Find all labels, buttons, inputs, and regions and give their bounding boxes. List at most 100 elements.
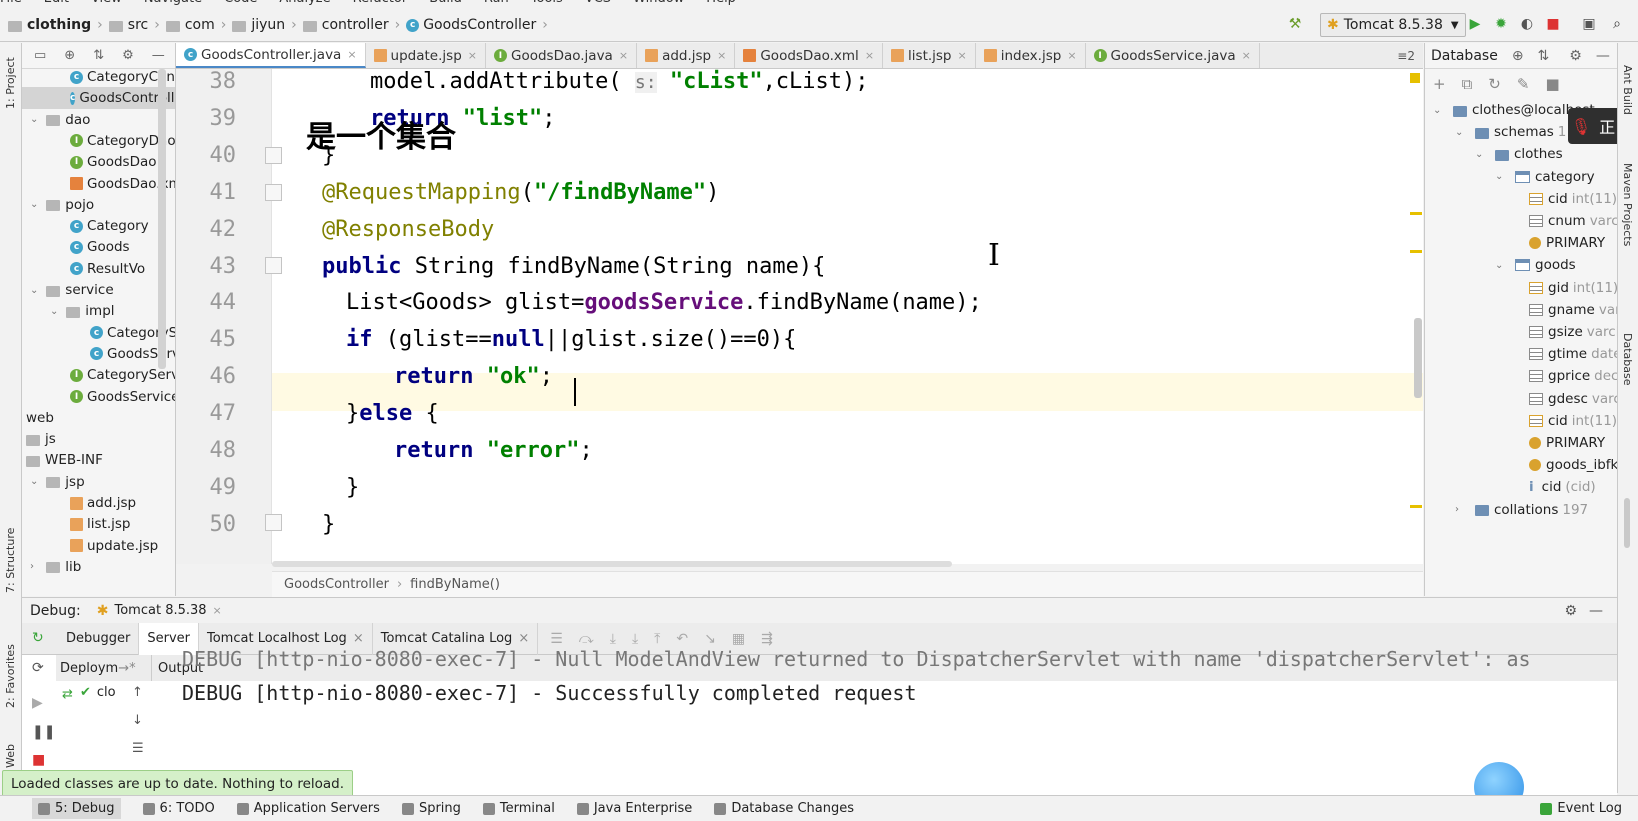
code-line[interactable]: @RequestMapping("/findByName") <box>322 180 719 205</box>
project-scrollbar[interactable] <box>158 69 166 369</box>
resume-icon[interactable]: ▶ <box>32 695 43 711</box>
editor-tab[interactable]: I GoodsService.java × <box>1086 43 1260 68</box>
debug-config-tab[interactable]: Tomcat 8.5.38 <box>115 603 207 618</box>
expand-arrow-icon[interactable]: › <box>30 561 42 572</box>
project-tree-item[interactable]: c Goods <box>70 236 130 258</box>
code-line[interactable]: return "ok"; <box>394 364 553 389</box>
breadcrumb-item[interactable]: c GoodsController <box>406 17 536 33</box>
expand-arrow-icon[interactable]: ⌄ <box>30 114 42 125</box>
close-icon[interactable]: × <box>619 49 628 62</box>
database-tree-item[interactable]: PRIMARY <box>1529 232 1605 254</box>
code-line[interactable]: List<Goods> glist=goodsService.findByNam… <box>346 290 982 315</box>
editor-tab[interactable]: index.jsp × <box>976 43 1086 68</box>
project-tool-button[interactable]: 1: Project <box>4 57 17 109</box>
trace-icon[interactable]: ⇶ <box>761 631 773 647</box>
hide-icon[interactable]: — <box>152 48 165 63</box>
breadcrumb-item[interactable]: com <box>165 17 215 33</box>
wrap-icon[interactable]: ☰ <box>132 741 144 756</box>
gear-icon[interactable]: ⚙ <box>122 48 134 63</box>
fold-marker-icon[interactable] <box>265 514 282 531</box>
code-line[interactable]: model.addAttribute( s: "cList",cList); <box>370 69 869 94</box>
close-icon[interactable]: × <box>717 49 726 62</box>
database-tree-item[interactable]: ⌄ category <box>1495 166 1595 188</box>
database-tree-item[interactable]: cid int(11) <box>1529 410 1617 432</box>
fold-marker-icon[interactable] <box>265 257 282 274</box>
editor-tab[interactable]: update.jsp × <box>366 43 486 68</box>
deployment-item[interactable]: ✔ clo <box>80 685 116 700</box>
database-tree-item[interactable]: › collations 197 <box>1455 499 1588 521</box>
force-step-into-icon[interactable]: ⤓ <box>632 631 638 647</box>
run-configuration-select[interactable]: ✱ Tomcat 8.5.38 ▼ <box>1320 13 1466 37</box>
status-tool-spring[interactable]: Spring <box>401 801 461 816</box>
menu-item[interactable]: Build <box>429 0 462 6</box>
database-tree-item[interactable]: PRIMARY <box>1529 432 1605 454</box>
project-tree-item[interactable]: web <box>26 407 54 429</box>
database-tree-item[interactable]: ⌄ schemas 1 <box>1455 121 1566 143</box>
menu-item[interactable]: Code <box>224 0 257 6</box>
copy-icon[interactable]: ⧉ <box>1462 75 1473 93</box>
stop-icon[interactable]: ■ <box>1545 16 1561 32</box>
menu-item[interactable]: Navigate <box>144 0 202 6</box>
web-tool-button[interactable]: Web <box>4 744 17 768</box>
menu-item[interactable]: Edit <box>44 0 69 6</box>
database-tree-item[interactable]: ⌄ goods <box>1495 254 1576 276</box>
close-icon[interactable]: × <box>865 49 874 62</box>
gear-icon[interactable]: ⚙ <box>1569 48 1582 64</box>
menu-item[interactable]: Refactor <box>353 0 408 6</box>
status-tool-java-enterprise[interactable]: Java Enterprise <box>576 801 692 816</box>
breadcrumb-item[interactable]: controller <box>302 17 389 33</box>
code-line[interactable]: }else { <box>346 401 439 426</box>
expand-arrow-icon[interactable]: ⌄ <box>30 285 42 296</box>
code-line[interactable]: } <box>322 512 335 537</box>
close-icon[interactable]: × <box>468 49 477 62</box>
step-over-icon[interactable]: ⤼ <box>579 631 594 647</box>
breadcrumb-item[interactable]: src <box>108 17 148 33</box>
menu-icon[interactable]: ☰ <box>550 631 563 647</box>
menu-item[interactable]: View <box>91 0 122 6</box>
database-tree-item[interactable]: gid int(11) <box>1529 277 1617 299</box>
arrow-down-icon[interactable]: ↓ <box>132 713 143 728</box>
run-to-cursor-icon[interactable]: ↘ <box>704 631 716 647</box>
menu-item[interactable]: Tools <box>531 0 563 6</box>
project-structure-icon[interactable]: ▣ <box>1581 16 1597 32</box>
step-out-icon[interactable]: ⤒ <box>654 631 660 647</box>
fold-marker-icon[interactable] <box>265 147 282 164</box>
editor-scrollbar[interactable] <box>1414 318 1422 398</box>
editor-tab[interactable]: c GoodsController.java × <box>176 43 366 68</box>
horizontal-scrollbar[interactable] <box>272 561 952 567</box>
expand-arrow-icon[interactable]: › <box>1455 504 1467 515</box>
menu-item[interactable]: Analyze <box>279 0 330 6</box>
project-tree-item[interactable]: ⌄ jsp <box>30 471 85 493</box>
project-tree-item[interactable]: I GoodsService <box>70 386 175 408</box>
database-tree-item[interactable]: gtimedate <box>1529 343 1617 365</box>
expand-arrow-icon[interactable]: ⌄ <box>1475 149 1487 160</box>
notification-balloon[interactable]: Loaded classes are up to date. Nothing t… <box>2 770 354 797</box>
menu-item[interactable]: Run <box>484 0 509 6</box>
expand-arrow-icon[interactable]: ⌄ <box>1455 127 1467 138</box>
project-tree-item[interactable]: ⌄ service <box>30 279 114 301</box>
tab-overflow-button[interactable]: ≡2 <box>1389 43 1423 68</box>
menu-item[interactable]: VCS <box>585 0 611 6</box>
project-tree-item[interactable]: › lib <box>30 556 81 578</box>
editor-tab[interactable]: I GoodsDao.java × <box>486 43 638 68</box>
tab-debugger[interactable]: Debugger <box>58 622 140 655</box>
database-tool-button[interactable]: Database <box>1621 333 1634 386</box>
editor-tab[interactable]: list.jsp × <box>883 43 976 68</box>
expand-arrow-icon[interactable]: ⌄ <box>1495 260 1507 271</box>
search-icon[interactable]: ⌕ <box>1609 16 1625 32</box>
editor-tab[interactable]: GoodsDao.xml × <box>735 43 884 68</box>
run-icon[interactable]: ▶ <box>1467 16 1483 32</box>
project-tree-item[interactable]: add.jsp <box>70 492 136 514</box>
sort-icon[interactable]: ⇅ <box>93 48 104 63</box>
stop-icon[interactable]: ■ <box>32 752 45 768</box>
project-tree-item[interactable]: cGoodsController <box>22 87 175 110</box>
build-hammer-icon[interactable]: ⚒ <box>1287 16 1303 32</box>
sort-icon[interactable]: ⇅ <box>1538 48 1550 64</box>
hide-icon[interactable]: — <box>1596 48 1610 64</box>
code-line[interactable]: return "error"; <box>394 438 593 463</box>
project-tree-item[interactable]: c ResultVo <box>70 258 145 280</box>
close-icon[interactable]: × <box>213 604 222 617</box>
project-tree-item[interactable]: js <box>26 428 56 450</box>
breadcrumb-item[interactable]: clothing <box>8 17 91 33</box>
status-tool-debug[interactable]: 5: Debug <box>32 798 121 819</box>
